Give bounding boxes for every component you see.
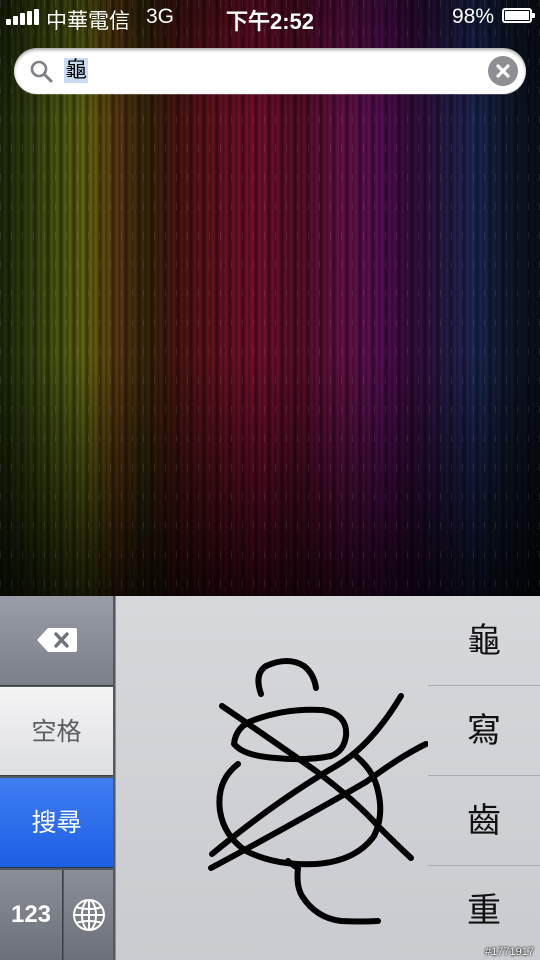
handwriting-pad[interactable] [115, 596, 429, 960]
candidate-item[interactable]: 寫 [428, 686, 540, 776]
keyboard-left-column: 空格 搜尋 123 [0, 596, 115, 960]
numbers-key[interactable]: 123 [0, 870, 63, 960]
clear-search-button[interactable] [488, 56, 518, 86]
delete-key[interactable] [0, 596, 113, 686]
space-key[interactable]: 空格 [0, 687, 113, 776]
battery-icon [502, 8, 535, 23]
search-input[interactable]: 龜 [64, 57, 89, 85]
search-bar[interactable]: 龜 [14, 48, 526, 94]
candidate-item[interactable]: 重 [428, 866, 540, 956]
handwriting-strokes [208, 658, 429, 925]
magnifier-icon [30, 60, 53, 83]
candidate-item[interactable]: 齒 [428, 776, 540, 866]
handwriting-keyboard: 空格 搜尋 123 龜 寫 齒 重 [0, 596, 540, 960]
globe-icon [73, 899, 105, 931]
switch-keyboard-key[interactable] [64, 870, 113, 960]
search-key[interactable]: 搜尋 [0, 778, 113, 868]
watermark: #1771917 [485, 946, 534, 958]
candidate-list: 龜 寫 齒 重 [428, 596, 540, 960]
clear-x-icon [496, 64, 510, 78]
search-input-text: 龜 [64, 58, 89, 83]
backspace-icon [37, 628, 77, 652]
battery-percentage: 98% [451, 5, 494, 28]
candidate-item[interactable]: 龜 [428, 596, 540, 686]
status-bar: 中華電信 3G 下午2:52 98% [0, 0, 540, 34]
